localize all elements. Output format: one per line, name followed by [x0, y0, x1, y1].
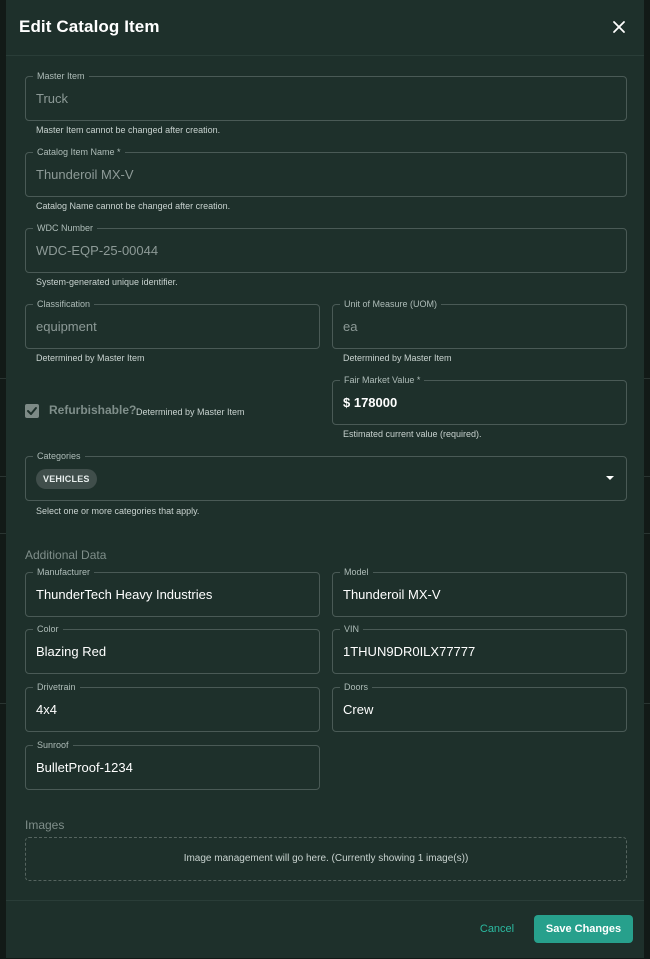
doors-field[interactable]: Doors Crew — [332, 682, 627, 732]
color-label: Color — [33, 624, 63, 635]
doors-label: Doors — [340, 682, 373, 693]
model-input[interactable]: Thunderoil MX-V — [343, 587, 441, 603]
master-item-helper: Master Item cannot be changed after crea… — [36, 125, 221, 135]
uom-helper: Determined by Master Item — [343, 353, 452, 363]
close-icon — [613, 21, 625, 33]
cancel-button[interactable]: Cancel — [474, 915, 520, 943]
color-field[interactable]: Color Blazing Red — [25, 624, 320, 674]
dropdown-arrow-icon[interactable] — [606, 476, 614, 480]
fair-market-value-input[interactable]: $ 178000 — [343, 395, 397, 411]
refurbishable-helper: Determined by Master Item — [136, 407, 245, 417]
drivetrain-label: Drivetrain — [33, 682, 80, 693]
doors-input[interactable]: Crew — [343, 702, 373, 718]
sunroof-label: Sunroof — [33, 740, 73, 751]
dialog-footer: Cancel Save Changes — [6, 900, 644, 959]
fair-market-value-label: Fair Market Value * — [340, 375, 425, 386]
uom-value: ea — [343, 319, 358, 334]
drivetrain-field[interactable]: Drivetrain 4x4 — [25, 682, 320, 732]
model-label: Model — [340, 567, 373, 578]
wdc-number-helper: System-generated unique identifier. — [36, 277, 178, 287]
dialog-header: Edit Catalog Item — [6, 0, 644, 56]
master-item-value: Truck — [36, 91, 69, 106]
master-item-field: Master Item Truck — [25, 71, 627, 121]
save-changes-button[interactable]: Save Changes — [534, 915, 633, 943]
category-chip-vehicles[interactable]: VEHICLES — [36, 469, 97, 489]
wdc-number-label: WDC Number — [33, 223, 98, 234]
additional-data-title: Additional Data — [25, 548, 107, 562]
manufacturer-field[interactable]: Manufacturer ThunderTech Heavy Industrie… — [25, 567, 320, 617]
manufacturer-input[interactable]: ThunderTech Heavy Industries — [36, 587, 212, 603]
catalog-item-name-label: Catalog Item Name * — [33, 147, 125, 158]
catalog-item-name-helper: Catalog Name cannot be changed after cre… — [36, 201, 231, 211]
vin-label: VIN — [340, 624, 364, 635]
edit-catalog-item-dialog: Edit Catalog Item Master Item Truck Mast… — [6, 0, 644, 958]
color-input[interactable]: Blazing Red — [36, 644, 106, 660]
fair-market-value-helper: Estimated current value (required). — [343, 429, 482, 439]
model-field[interactable]: Model Thunderoil MX-V — [332, 567, 627, 617]
checkmark-icon — [27, 407, 37, 415]
uom-label: Unit of Measure (UOM) — [340, 299, 442, 310]
categories-label: Categories — [33, 451, 85, 462]
images-title: Images — [25, 818, 65, 832]
vin-field[interactable]: VIN 1THUN9DR0ILX77777 — [332, 624, 627, 674]
wdc-number-value: WDC-EQP-25-00044 — [36, 243, 159, 258]
vin-input[interactable]: 1THUN9DR0ILX77777 — [343, 644, 475, 660]
sunroof-field[interactable]: Sunroof BulletProof-1234 — [25, 740, 320, 790]
drivetrain-input[interactable]: 4x4 — [36, 702, 57, 718]
uom-field: Unit of Measure (UOM) ea — [332, 299, 627, 349]
wdc-number-field: WDC Number WDC-EQP-25-00044 — [25, 223, 627, 273]
image-management-area[interactable]: Image management will go here. (Currentl… — [25, 837, 627, 881]
fair-market-value-field[interactable]: Fair Market Value * $ 178000 — [332, 375, 627, 425]
classification-helper: Determined by Master Item — [36, 353, 145, 363]
refurbishable-checkbox — [25, 404, 39, 418]
categories-helper: Select one or more categories that apply… — [36, 506, 200, 516]
classification-field: Classification equipment — [25, 299, 320, 349]
master-item-label: Master Item — [33, 71, 89, 82]
image-management-placeholder: Image management will go here. (Currentl… — [183, 853, 469, 864]
manufacturer-label: Manufacturer — [33, 567, 95, 578]
dialog-title: Edit Catalog Item — [19, 17, 160, 36]
refurbishable-label: Refurbishable? — [49, 403, 137, 417]
catalog-item-name-value: Thunderoil MX-V — [36, 167, 134, 182]
classification-value: equipment — [36, 319, 97, 334]
sunroof-input[interactable]: BulletProof-1234 — [36, 760, 133, 776]
catalog-item-name-field: Catalog Item Name * Thunderoil MX-V — [25, 147, 627, 197]
close-button[interactable] — [608, 16, 630, 38]
dialog-content: Master Item Truck Master Item cannot be … — [6, 56, 644, 900]
classification-label: Classification — [33, 299, 95, 310]
categories-select[interactable]: Categories VEHICLES — [25, 451, 627, 501]
